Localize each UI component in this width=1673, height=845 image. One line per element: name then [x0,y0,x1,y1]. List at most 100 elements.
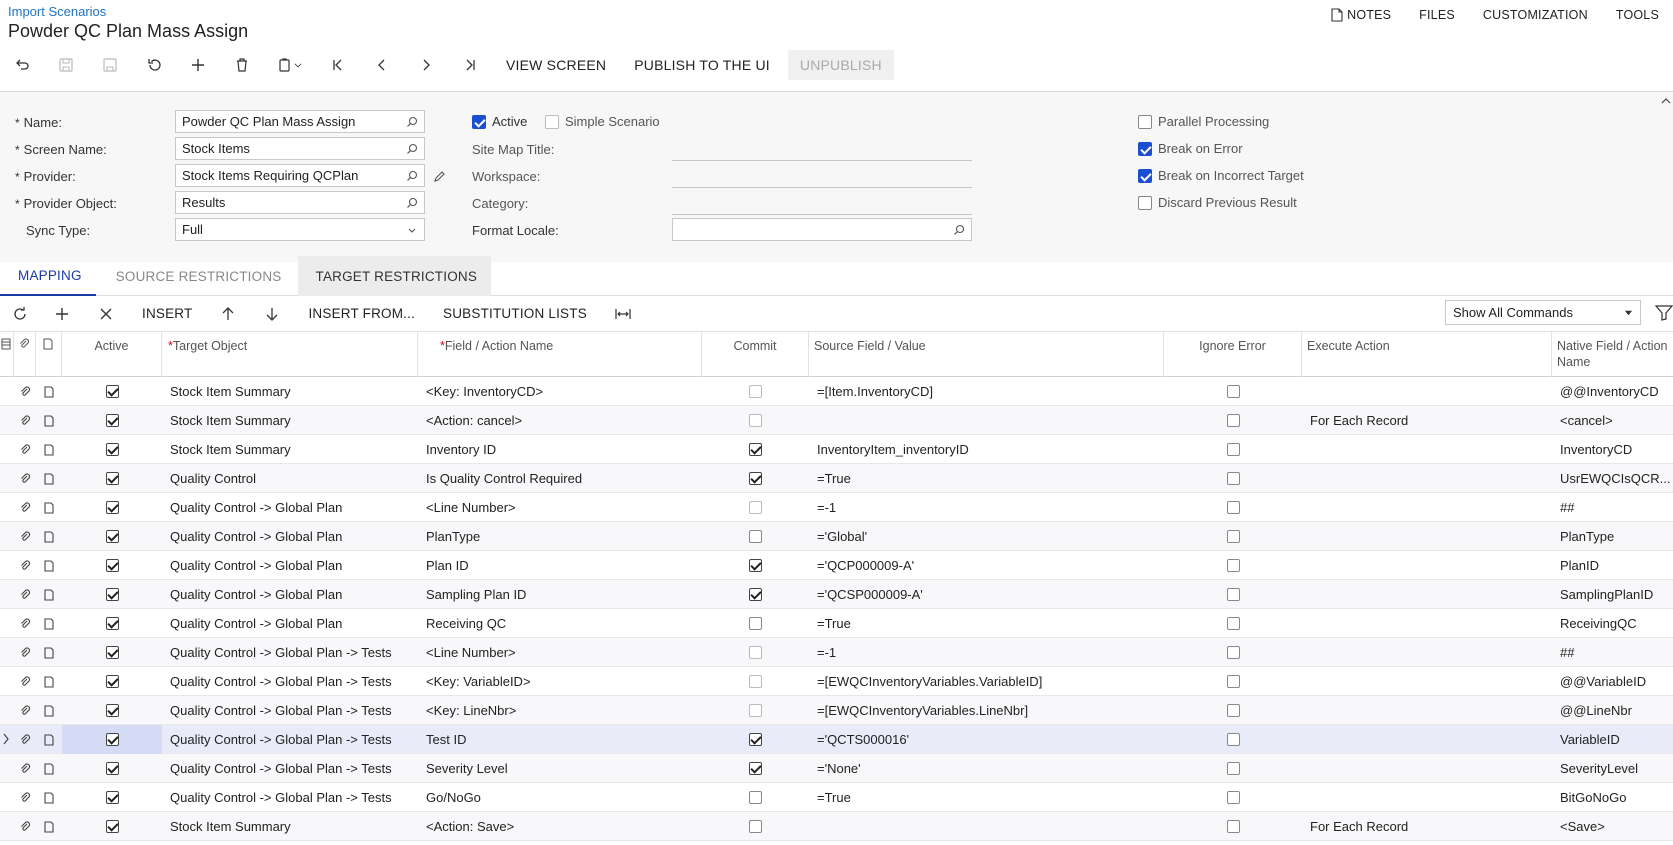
commit-cell[interactable] [702,638,809,667]
execute-action-cell[interactable] [1302,377,1552,406]
substitution-lists-button[interactable]: SUBSTITUTION LISTS [429,299,601,329]
provider-object-field[interactable]: Results [175,191,425,214]
note-cell[interactable] [36,754,62,783]
commit-cell[interactable] [702,725,809,754]
source-value-cell[interactable]: =-1 [809,638,1164,667]
table-row[interactable]: Quality Control -> Global Plan Plan ID ='Q… [0,551,1673,580]
active-cell[interactable] [62,522,162,551]
field-action-cell[interactable]: Severity Level [418,754,702,783]
command-filter-select[interactable]: Show All Commands [1445,300,1641,325]
attachment-cell[interactable] [14,754,36,783]
active-cell[interactable] [62,667,162,696]
execute-action-cell[interactable] [1302,667,1552,696]
attachment-cell[interactable] [14,725,36,754]
field-action-cell[interactable]: <Key: VariableID> [418,667,702,696]
attachment-cell[interactable] [14,522,36,551]
sync-type-select[interactable]: Full [175,218,425,241]
field-action-cell[interactable]: <Key: InventoryCD> [418,377,702,406]
active-row-checkbox[interactable] [105,443,119,456]
parallel-processing-checkbox[interactable]: Parallel Processing [1138,114,1269,129]
commit-checkbox[interactable] [749,414,762,427]
field-action-cell[interactable]: <Line Number> [418,638,702,667]
active-cell[interactable] [62,377,162,406]
table-row[interactable]: Quality Control -> Global Plan <Line Numb… [0,493,1673,522]
active-cell[interactable] [62,696,162,725]
source-value-cell[interactable]: ='QCSP000009-A' [809,580,1164,609]
note-cell[interactable] [36,377,62,406]
active-check[interactable] [472,114,486,129]
execute-action-cell[interactable] [1302,754,1552,783]
prev-record-button[interactable] [360,50,404,80]
ignore-error-checkbox[interactable] [1226,385,1240,398]
copy-paste-button[interactable] [264,50,316,80]
field-action-column-header[interactable]: *Field / Action Name [418,332,702,377]
commit-checkbox[interactable] [749,791,762,804]
source-value-cell[interactable]: =-1 [809,493,1164,522]
delete-row-button[interactable] [84,299,128,329]
search-icon[interactable] [953,224,965,236]
delete-button[interactable] [220,50,264,80]
ignore-error-checkbox[interactable] [1226,472,1240,485]
active-cell[interactable] [62,783,162,812]
ignore-error-checkbox[interactable] [1226,588,1240,601]
active-row-checkbox[interactable] [105,472,119,485]
source-value-cell[interactable]: =[Item.InventoryCD] [809,377,1164,406]
move-down-button[interactable] [250,299,294,329]
active-cell[interactable] [62,638,162,667]
table-row[interactable]: Quality Control -> Global Plan -> Tests <… [0,638,1673,667]
active-row-checkbox[interactable] [105,385,119,398]
target-object-cell[interactable]: Quality Control -> Global Plan [162,609,418,638]
ignore-error-checkbox[interactable] [1226,559,1240,572]
screen-name-field[interactable]: Stock Items [175,137,425,160]
commit-cell[interactable] [702,377,809,406]
commit-checkbox[interactable] [749,820,762,833]
first-record-button[interactable] [316,50,360,80]
field-action-cell[interactable]: <Line Number> [418,493,702,522]
last-record-button[interactable] [448,50,492,80]
note-cell[interactable] [36,522,62,551]
files-link[interactable]: FILES [1405,8,1469,22]
table-row[interactable]: Stock Item Summary <Action: Save> For Each… [0,812,1673,841]
ignore-error-checkbox[interactable] [1226,530,1240,543]
source-value-cell[interactable]: =[EWQCInventoryVariables.VariableID] [809,667,1164,696]
ignore-error-column-header[interactable]: Ignore Error [1164,332,1302,377]
discard-previous-result-checkbox[interactable]: Discard Previous Result [1138,195,1297,210]
attachment-cell[interactable] [14,406,36,435]
target-object-cell[interactable]: Stock Item Summary [162,406,418,435]
execute-action-column-header[interactable]: Execute Action [1302,332,1552,377]
source-value-cell[interactable] [809,406,1164,435]
attachment-cell[interactable] [14,783,36,812]
active-row-checkbox[interactable] [105,820,119,833]
target-object-cell[interactable]: Quality Control -> Global Plan -> Tests [162,667,418,696]
note-cell[interactable] [36,493,62,522]
commit-checkbox[interactable] [749,646,762,659]
table-row[interactable]: Stock Item Summary Inventory ID InventoryI… [0,435,1673,464]
active-cell[interactable] [62,754,162,783]
commit-cell[interactable] [702,812,809,841]
ignore-error-cell[interactable] [1164,783,1302,812]
active-row-checkbox[interactable] [105,704,119,717]
active-row-checkbox[interactable] [105,501,119,514]
edit-pencil-icon[interactable] [433,170,446,183]
active-row-checkbox[interactable] [105,646,119,659]
table-row[interactable]: Quality Control -> Global Plan Sampling P… [0,580,1673,609]
view-screen-button[interactable]: VIEW SCREEN [492,50,620,80]
execute-action-cell[interactable] [1302,464,1552,493]
break-on-error-checkbox[interactable]: Break on Error [1138,141,1243,156]
native-field-column-header[interactable]: Native Field / Action Name [1552,332,1673,377]
save-close-button[interactable] [44,50,88,80]
collapse-icon[interactable] [1661,96,1671,106]
ignore-error-cell[interactable] [1164,638,1302,667]
ignore-error-cell[interactable] [1164,551,1302,580]
table-row[interactable]: Quality Control Is Quality Control Requir… [0,464,1673,493]
attachment-cell[interactable] [14,580,36,609]
target-object-cell[interactable]: Quality Control -> Global Plan [162,551,418,580]
note-cell[interactable] [36,580,62,609]
source-value-cell[interactable]: InventoryItem_inventoryID [809,435,1164,464]
format-locale-field[interactable] [672,218,972,241]
commit-checkbox[interactable] [749,762,762,775]
execute-action-cell[interactable]: For Each Record [1302,812,1552,841]
execute-action-cell[interactable] [1302,522,1552,551]
table-row[interactable]: Quality Control -> Global Plan -> Tests S… [0,754,1673,783]
commit-cell[interactable] [702,667,809,696]
